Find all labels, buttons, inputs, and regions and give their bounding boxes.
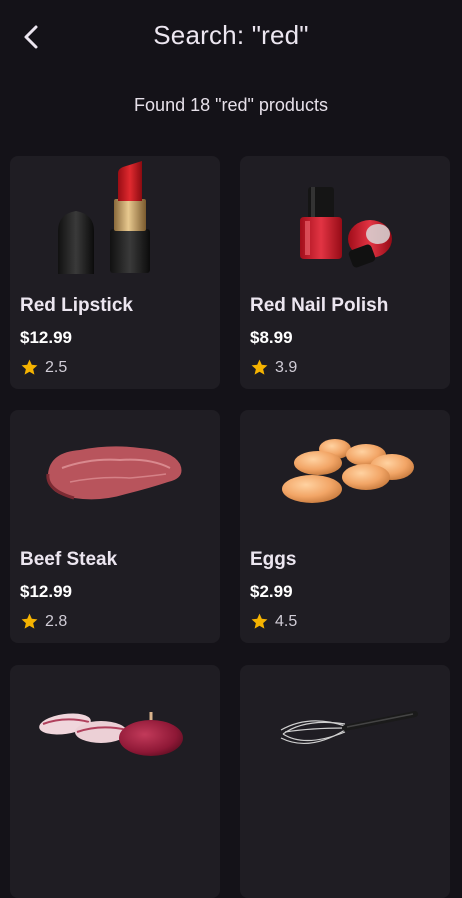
app-bar: Search: "red" [0, 0, 462, 72]
rating-value: 4.5 [275, 612, 298, 630]
product-price: $8.99 [250, 328, 293, 347]
steak-icon [10, 410, 220, 535]
star-icon [21, 613, 38, 629]
product-price: $2.99 [250, 582, 293, 601]
rating-value: 2.8 [45, 612, 68, 630]
red-onion-icon [10, 665, 220, 790]
product-rating: 2.8 [20, 612, 67, 631]
product-price: $12.99 [20, 582, 72, 601]
product-name: Red Nail Polish [250, 295, 389, 316]
product-card[interactable]: Beef Steak $12.99 2.8 [10, 410, 220, 643]
product-name: Red Lipstick [20, 295, 133, 316]
product-name: Beef Steak [20, 549, 118, 570]
product-card[interactable] [10, 665, 220, 898]
product-card[interactable]: Eggs $2.99 4.5 [240, 410, 450, 643]
product-card[interactable]: Red Lipstick $12.99 2.5 [10, 156, 220, 389]
whisk-icon [240, 665, 450, 790]
rating-value: 2.5 [45, 358, 68, 376]
results-summary: Found 18 "red" products [134, 95, 328, 115]
product-name: Eggs [250, 549, 297, 570]
rating-value: 3.9 [275, 358, 298, 376]
product-card[interactable]: Red Nail Polish $8.99 3.9 [240, 156, 450, 389]
product-rating: 4.5 [250, 612, 297, 631]
product-card[interactable] [240, 665, 450, 898]
star-icon [251, 613, 268, 629]
page-title: Search: "red" [153, 20, 309, 50]
star-icon [251, 359, 268, 375]
eggs-icon [240, 410, 450, 535]
product-price: $12.99 [20, 328, 72, 347]
product-rating: 3.9 [250, 358, 297, 377]
nail-polish-icon [240, 156, 450, 281]
lipstick-icon [10, 156, 220, 281]
product-rating: 2.5 [20, 358, 67, 377]
star-icon [21, 359, 38, 375]
